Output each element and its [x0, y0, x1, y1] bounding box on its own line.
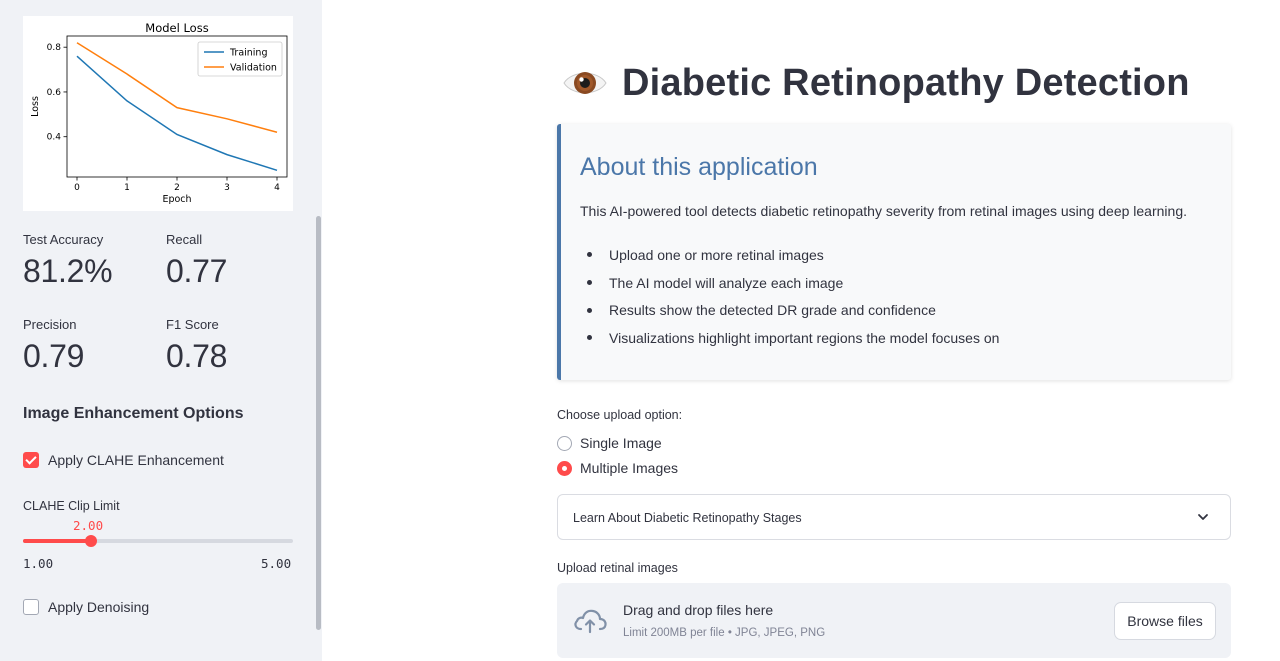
checkbox-unchecked-icon[interactable]: [23, 599, 39, 615]
legend-label: Training: [229, 48, 268, 59]
about-description: This AI-powered tool detects diabetic re…: [580, 203, 1187, 219]
clahe-checkbox[interactable]: Apply CLAHE Enhancement: [23, 452, 224, 468]
x-tick-label: 0: [74, 183, 80, 193]
browse-files-button[interactable]: Browse files: [1114, 602, 1216, 640]
x-tick-label: 1: [124, 183, 130, 193]
clip-limit-label: CLAHE Clip Limit: [23, 499, 120, 513]
model-loss-chart: Model Loss 0 1 2 3 4 0.4 0.6 0.8 Epoch Loss Trainin…: [23, 16, 293, 211]
list-item-text: Visualizations highlight important regio…: [609, 329, 1000, 346]
legend-label: Validation: [230, 63, 277, 74]
metric-precision: Precision 0.79: [23, 317, 84, 375]
clip-limit-min: 1.00: [23, 556, 54, 571]
metric-value: 0.77: [166, 253, 228, 289]
y-tick-label: 0.6: [47, 88, 62, 98]
denoise-checkbox-label: Apply Denoising: [48, 599, 150, 615]
clip-limit-max: 5.00: [261, 556, 292, 571]
y-tick-label: 0.4: [47, 133, 62, 143]
list-item-text: Results show the detected DR grade and c…: [609, 302, 936, 319]
metric-value: 0.78: [166, 338, 228, 374]
clahe-checkbox-label: Apply CLAHE Enhancement: [48, 452, 224, 468]
metric-label: Precision: [23, 317, 77, 332]
clip-limit-slider[interactable]: [23, 535, 293, 547]
radio-label: Single Image: [580, 435, 662, 451]
metric-label: Recall: [166, 232, 203, 247]
x-tick-label: 2: [174, 183, 180, 193]
clip-limit-value: 2.00: [73, 518, 104, 533]
slider-thumb[interactable]: [84, 535, 97, 547]
bullet-icon: [587, 280, 592, 286]
bullet-icon: [587, 335, 592, 341]
list-item: Visualizations highlight important regio…: [580, 324, 999, 352]
dropzone-subtitle: Limit 200MB per file • JPG, JPEG, PNG: [623, 627, 826, 639]
bullet-icon: [587, 307, 592, 313]
cloud-upload-icon: [572, 607, 608, 640]
list-item-text: The AI model will analyze each image: [609, 274, 844, 291]
slider-fill: [23, 539, 91, 543]
metric-label: Test Accuracy: [23, 232, 104, 247]
about-heading: About this application: [580, 153, 818, 181]
list-item: Results show the detected DR grade and c…: [580, 296, 999, 324]
list-item: The AI model will analyze each image: [580, 269, 999, 297]
metric-value: 81.2%: [23, 253, 113, 289]
x-axis-label: Epoch: [162, 194, 191, 205]
enhancement-heading: Image Enhancement Options: [23, 405, 244, 422]
dropzone-title: Drag and drop files here: [623, 602, 774, 618]
radio-label: Multiple Images: [580, 460, 679, 476]
metric-recall: Recall 0.77: [166, 232, 227, 290]
loss-chart-svg: Model Loss 0 1 2 3 4 0.4 0.6 0.8 Epoch Loss Trainin…: [30, 21, 288, 205]
sidebar-scrollbar[interactable]: [316, 216, 321, 630]
list-item: Upload one or more retinal images: [580, 241, 999, 269]
y-tick-label: 0.8: [47, 43, 62, 53]
dr-stages-expander[interactable]: Learn About Diabetic Retinopathy Stages: [557, 494, 1231, 540]
metric-f1-score: F1 Score 0.78: [166, 317, 227, 375]
uploader-label: Upload retinal images: [557, 561, 678, 575]
radio-multiple-images[interactable]: Multiple Images: [557, 460, 678, 476]
sidebar: Model Loss 0 1 2 3 4 0.4 0.6 0.8 Epoch Loss Trainin…: [0, 0, 322, 661]
metric-value: 0.79: [23, 338, 85, 374]
metric-test-accuracy: Test Accuracy 81.2%: [23, 232, 113, 290]
x-tick-label: 3: [224, 183, 230, 193]
radio-unselected-icon[interactable]: [557, 435, 572, 451]
radio-selected-icon[interactable]: [557, 460, 572, 476]
checkbox-checked-icon[interactable]: [23, 452, 39, 468]
radio-single-image[interactable]: Single Image: [557, 435, 662, 451]
about-bullet-list: Upload one or more retinal images The AI…: [580, 241, 999, 352]
denoise-checkbox[interactable]: Apply Denoising: [23, 599, 149, 615]
list-item-text: Upload one or more retinal images: [609, 246, 824, 263]
metric-label: F1 Score: [166, 317, 219, 332]
chart-title: Model Loss: [145, 21, 208, 35]
x-tick-label: 4: [274, 183, 280, 193]
y-axis-label: Loss: [30, 96, 41, 117]
eye-icon: [562, 60, 608, 106]
upload-option-label: Choose upload option:: [557, 408, 683, 422]
about-card: About this application This AI-powered t…: [557, 124, 1231, 380]
page-title-row: Diabetic Retinopathy Detection: [562, 60, 1190, 106]
chevron-down-icon[interactable]: [1196, 510, 1210, 529]
file-dropzone[interactable]: Drag and drop files here Limit 200MB per…: [557, 583, 1231, 658]
bullet-icon: [587, 252, 592, 258]
expander-label: Learn About Diabetic Retinopathy Stages: [573, 511, 802, 525]
page-title: Diabetic Retinopathy Detection: [622, 61, 1190, 104]
